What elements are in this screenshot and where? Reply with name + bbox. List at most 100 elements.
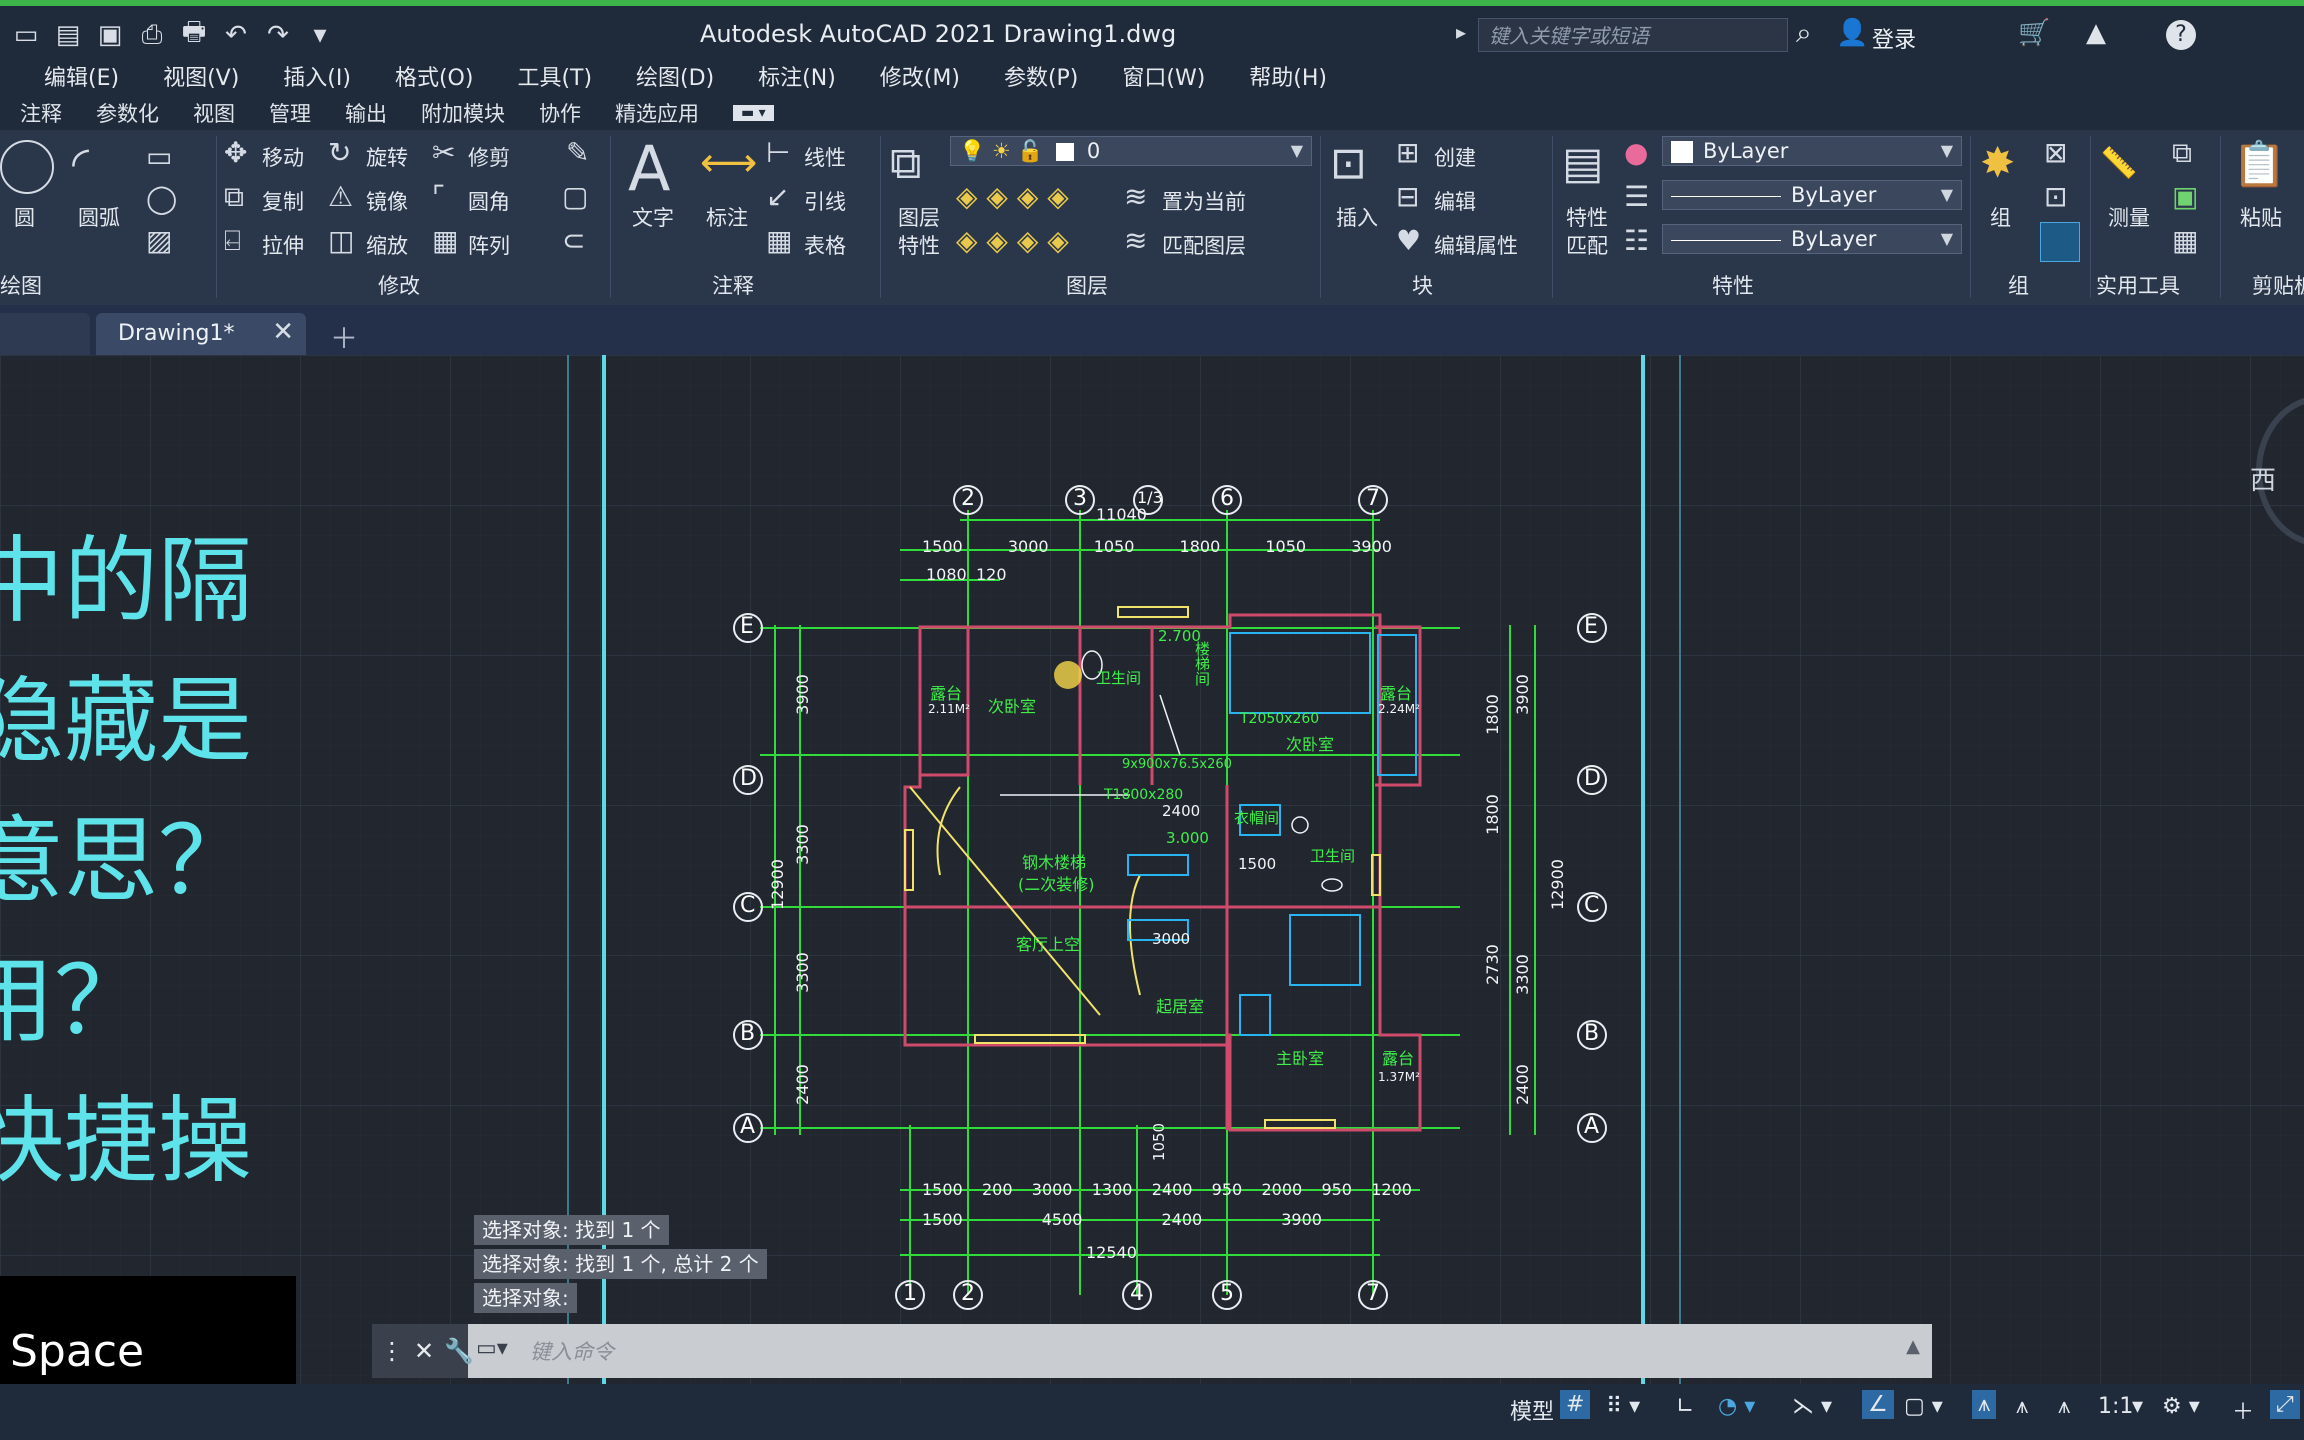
table-icon[interactable]: ▦ bbox=[766, 224, 792, 257]
chevron-down-icon[interactable]: ▾ bbox=[2132, 1394, 2143, 1419]
menu-modify[interactable]: 修改(M) bbox=[880, 60, 960, 92]
help-icon[interactable]: ? bbox=[2166, 20, 2196, 50]
explode-icon[interactable]: ▢ bbox=[562, 180, 588, 213]
search-icon[interactable]: ⌕ bbox=[1796, 16, 1812, 50]
new-tab-icon[interactable]: ＋ bbox=[330, 317, 358, 357]
annotation-panel-footer[interactable]: 注释 bbox=[712, 270, 754, 300]
edit-block-icon[interactable]: ⊟ bbox=[1396, 180, 1419, 213]
utility-icon-1[interactable]: ⧉ bbox=[2172, 136, 2192, 170]
tab-output[interactable]: 输出 bbox=[345, 98, 387, 128]
layer-dropdown[interactable]: 💡 ☀ 🔓 0 ▼ bbox=[950, 136, 1312, 166]
new-icon[interactable]: ▭ bbox=[12, 20, 40, 50]
layer-properties-label2[interactable]: 特性 bbox=[898, 230, 940, 260]
edit-button[interactable]: 编辑 bbox=[1434, 186, 1476, 216]
layer-properties-label1[interactable]: 图层 bbox=[898, 202, 940, 232]
plus-icon[interactable]: ＋ bbox=[2232, 1394, 2254, 1426]
stretch-icon[interactable]: ⍇ bbox=[224, 224, 241, 258]
match-properties-icon[interactable]: ▤ bbox=[1562, 138, 1604, 189]
hatch-tool-icon[interactable]: ▨ bbox=[146, 224, 172, 257]
menu-tools[interactable]: 工具(T) bbox=[517, 60, 592, 92]
ellipse-tool-icon[interactable]: ◯ bbox=[146, 182, 177, 215]
customize-dropdown-icon[interactable]: ▾ bbox=[306, 20, 334, 50]
mirror-icon[interactable]: ⚠ bbox=[328, 180, 353, 213]
move-icon[interactable]: ✥ bbox=[224, 136, 247, 169]
edit-attributes-button[interactable]: 编辑属性 bbox=[1434, 230, 1518, 260]
annotation-scale-value[interactable]: 1:1 bbox=[2098, 1394, 2133, 1419]
autodesk-app-icon[interactable]: ▲ bbox=[2086, 18, 2106, 48]
group-icon[interactable]: ✸ bbox=[1980, 138, 2015, 187]
dimension-button[interactable]: 标注 bbox=[706, 202, 748, 232]
group-edit-icon[interactable]: ⊡ bbox=[2044, 180, 2067, 213]
annotation-autoscale-icon[interactable]: ⩚ bbox=[2016, 1394, 2028, 1419]
measure-icon[interactable]: 📏 bbox=[2100, 146, 2137, 181]
group-select-icon[interactable] bbox=[2040, 222, 2080, 262]
rectangle-tool-icon[interactable]: ▭ bbox=[146, 140, 172, 173]
rotate-button[interactable]: 旋转 bbox=[366, 142, 408, 172]
set-current-button[interactable]: 置为当前 bbox=[1162, 186, 1246, 216]
lineweight-icon[interactable]: ☰ bbox=[1624, 180, 1649, 213]
tab-manage[interactable]: 管理 bbox=[269, 98, 311, 128]
rotate-icon[interactable]: ↻ bbox=[328, 136, 351, 169]
copy-icon[interactable]: ⧉ bbox=[224, 180, 244, 214]
paste-button[interactable]: 粘贴 bbox=[2240, 202, 2282, 232]
linetype-icon[interactable]: ☷ bbox=[1624, 224, 1649, 257]
linetype-dropdown[interactable]: ByLayer ▼ bbox=[1662, 224, 1962, 254]
drag-handle-icon[interactable]: ⋮ bbox=[380, 1337, 404, 1365]
trim-button[interactable]: 修剪 bbox=[468, 142, 510, 172]
lineweight-dropdown[interactable]: ByLayer ▼ bbox=[1662, 180, 1962, 210]
leader-icon[interactable]: ↙ bbox=[766, 180, 789, 213]
erase-icon[interactable]: ✎ bbox=[566, 136, 589, 169]
arc-label[interactable]: 圆弧 bbox=[78, 202, 120, 232]
paste-icon[interactable]: 📋 bbox=[2232, 138, 2287, 190]
scale-icon[interactable]: ◫ bbox=[328, 224, 354, 257]
isodraft-icon[interactable]: ▢ ▾ bbox=[1904, 1394, 1943, 1419]
text-tool-icon[interactable]: A bbox=[628, 132, 670, 205]
circle-label[interactable]: 圆 bbox=[14, 202, 35, 232]
tab-featured-apps[interactable]: 精选应用 bbox=[615, 98, 699, 128]
group-button[interactable]: 组 bbox=[1990, 202, 2011, 232]
menu-dimension[interactable]: 标注(N) bbox=[758, 60, 836, 92]
viewcube-direction[interactable]: 西 bbox=[2250, 460, 2276, 497]
gear-icon[interactable]: ⚙ ▾ bbox=[2162, 1394, 2200, 1419]
match-properties-label2[interactable]: 匹配 bbox=[1566, 230, 1608, 260]
draw-panel-footer[interactable]: 绘图 bbox=[0, 270, 42, 300]
tab-parametric[interactable]: 参数化 bbox=[96, 98, 159, 128]
tab-addins[interactable]: 附加模块 bbox=[421, 98, 505, 128]
drawing-tab[interactable]: Drawing1* ✕ bbox=[96, 313, 306, 355]
tab-view[interactable]: 视图 bbox=[193, 98, 235, 128]
save-as-icon[interactable]: ⎙ bbox=[138, 20, 166, 50]
dimension-tool-icon[interactable]: ⟷ bbox=[700, 140, 757, 186]
copy-button[interactable]: 复制 bbox=[262, 186, 304, 216]
move-button[interactable]: 移动 bbox=[262, 142, 304, 172]
layer-tools-2-icon[interactable]: ◈ ◈ ◈ ◈ bbox=[956, 224, 1069, 257]
scale-button[interactable]: 缩放 bbox=[366, 230, 408, 260]
match-layer-icon[interactable]: ≋ bbox=[1124, 224, 1147, 257]
login-link[interactable]: 登录 bbox=[1872, 22, 1916, 54]
array-icon[interactable]: ▦ bbox=[432, 224, 458, 257]
properties-panel-footer[interactable]: 特性 bbox=[1712, 270, 1754, 300]
layer-tools-icon[interactable]: ◈ ◈ ◈ ◈ bbox=[956, 180, 1069, 213]
stretch-button[interactable]: 拉伸 bbox=[262, 230, 304, 260]
command-prompt-icon[interactable]: ▭▾ bbox=[476, 1336, 508, 1361]
fullscreen-icon[interactable]: ⤢ bbox=[2270, 1390, 2300, 1419]
model-space-button[interactable]: 模型 bbox=[1510, 1394, 1554, 1426]
utility-icon-2[interactable]: ▣ bbox=[2172, 180, 2198, 213]
trim-icon[interactable]: ✂ bbox=[432, 136, 455, 169]
offset-icon[interactable]: ⊂ bbox=[562, 224, 585, 257]
linear-button[interactable]: 线性 bbox=[804, 142, 846, 172]
ortho-icon[interactable]: ∟ bbox=[1676, 1394, 1694, 1419]
polar-icon[interactable]: ◔ ▾ bbox=[1718, 1394, 1755, 1419]
tab-collaborate[interactable]: 协作 bbox=[539, 98, 581, 128]
undo-icon[interactable]: ↶ bbox=[222, 20, 250, 50]
annotation-scale-icon[interactable]: ⩚ bbox=[2058, 1394, 2070, 1419]
ungroup-icon[interactable]: ⊠ bbox=[2044, 136, 2067, 169]
fillet-icon[interactable]: ⌜ bbox=[432, 180, 445, 213]
menu-edit[interactable]: 编辑(E) bbox=[44, 60, 119, 92]
close-icon[interactable]: ✕ bbox=[414, 1337, 434, 1365]
measure-button[interactable]: 测量 bbox=[2108, 202, 2150, 232]
utilities-panel-footer[interactable]: 实用工具 bbox=[2096, 270, 2180, 300]
array-button[interactable]: 阵列 bbox=[468, 230, 510, 260]
match-layer-button[interactable]: 匹配图层 bbox=[1162, 230, 1246, 260]
command-line[interactable]: ⋮ ✕ 🔧 ▭▾ 键入命令 ▲ bbox=[372, 1324, 1932, 1378]
command-input[interactable]: 键入命令 bbox=[530, 1336, 614, 1366]
